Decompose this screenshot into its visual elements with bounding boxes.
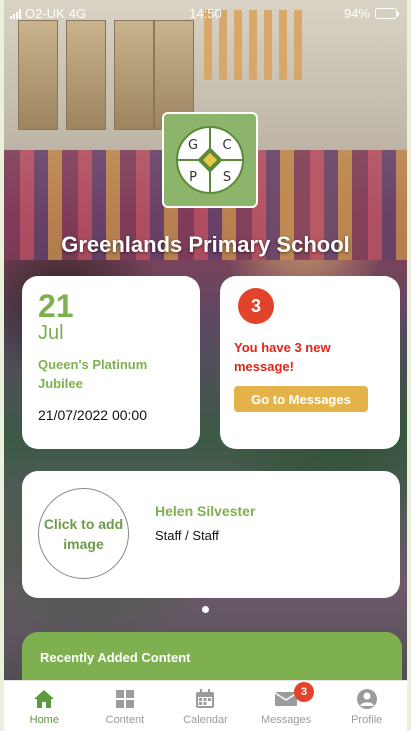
home-screen: O2-UK 4G 14:50 94% G C P S Greenlands Pr…: [4, 0, 407, 731]
tab-home[interactable]: Home: [4, 681, 84, 731]
event-day: 21: [38, 288, 74, 324]
home-icon: [34, 690, 55, 708]
tab-messages-label: Messages: [261, 714, 312, 726]
message-count-badge: 3: [238, 288, 274, 324]
school-name: Greenlands Primary School: [61, 232, 350, 257]
tab-home-label: Home: [29, 714, 59, 726]
person-icon: [356, 689, 377, 709]
tab-content-label: Content: [105, 714, 145, 726]
tab-content[interactable]: Content: [85, 681, 165, 731]
event-title: Queen's Platinum Jubilee: [38, 357, 148, 391]
profile-card: Click to add image Helen Silvester Staff…: [22, 471, 400, 598]
tab-messages[interactable]: 3 Messages: [246, 681, 326, 731]
event-card[interactable]: 21 Jul Queen's Platinum Jubilee 21/07/20…: [22, 276, 200, 449]
profile-name: Helen Silvester: [155, 503, 256, 519]
school-logo: G C P S: [162, 112, 258, 208]
profile-role: Staff / Staff: [155, 528, 219, 543]
grid-icon: [115, 690, 134, 708]
logo-letter-g: G: [188, 138, 198, 153]
tab-calendar[interactable]: Calendar: [165, 681, 245, 731]
page-dot[interactable]: [202, 606, 209, 613]
status-bar: O2-UK 4G 14:50 94%: [4, 0, 407, 28]
tab-profile-label: Profile: [351, 714, 383, 726]
messages-tab-badge: 3: [294, 682, 315, 702]
battery-info: 94%: [343, 6, 399, 21]
go-to-messages-button[interactable]: Go to Messages: [234, 386, 368, 412]
message-notice: You have 3 new message!: [234, 340, 331, 374]
battery-percent: 94%: [343, 6, 370, 21]
tab-profile[interactable]: Profile: [327, 681, 407, 731]
messages-card: 3 You have 3 new message! Go to Messages: [220, 276, 400, 449]
tab-calendar-label: Calendar: [183, 714, 228, 726]
calendar-icon: [196, 689, 215, 708]
bottom-tab-bar: Home Content Calendar 3 Messages Profile: [4, 680, 407, 731]
event-month: Jul: [38, 322, 64, 344]
logo-letter-s: S: [223, 170, 231, 185]
event-datetime: 21/07/2022 00:00: [38, 407, 147, 423]
page-indicator: [4, 606, 407, 613]
logo-letter-p: P: [189, 170, 197, 185]
battery-icon: [375, 8, 399, 19]
logo-letter-c: C: [222, 138, 231, 153]
recent-content-heading: Recently Added Content: [40, 650, 191, 665]
add-image-avatar[interactable]: Click to add image: [38, 488, 129, 579]
school-crest-icon: G C P S: [176, 126, 244, 194]
